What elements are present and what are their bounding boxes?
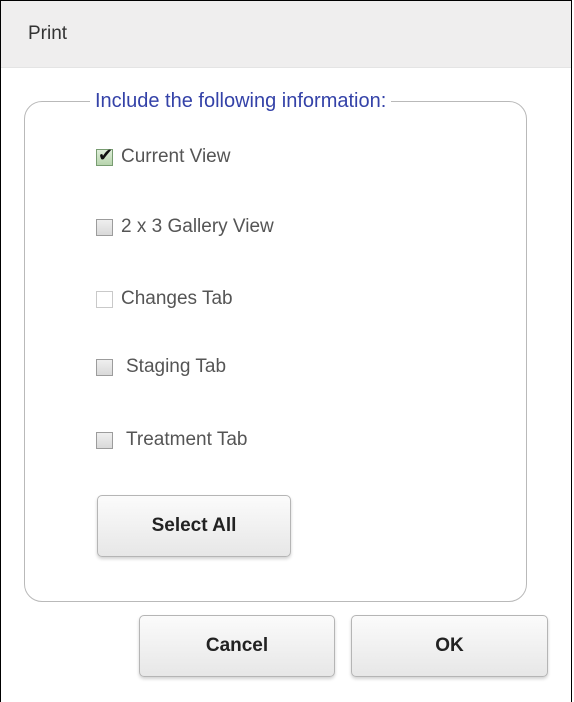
dialog-title: Print (28, 23, 68, 44)
option-staging-tab[interactable]: Staging Tab (96, 352, 226, 382)
staging-tab-checkbox[interactable] (96, 358, 113, 376)
changes-tab-label: Changes Tab (121, 288, 233, 309)
treatment-tab-checkbox[interactable] (96, 431, 113, 449)
option-treatment-tab[interactable]: Treatment Tab (96, 425, 247, 455)
treatment-tab-label: Treatment Tab (126, 429, 248, 450)
current-view-checkbox[interactable]: ✔ (96, 145, 113, 166)
option-gallery-view[interactable]: 2 x 3 Gallery View (96, 212, 274, 242)
option-current-view[interactable]: ✔ Current View (96, 142, 230, 172)
group-legend: Include the following information: (90, 88, 392, 114)
print-dialog: Print Include the following information:… (0, 0, 572, 702)
cancel-button[interactable]: Cancel (139, 615, 335, 677)
ok-button[interactable]: OK (351, 615, 548, 677)
checkmark-icon: ✔ (98, 144, 114, 165)
option-changes-tab[interactable]: Changes Tab (96, 284, 233, 314)
current-view-label: Current View (121, 146, 231, 167)
dialog-titlebar: Print (1, 1, 571, 68)
changes-tab-checkbox[interactable] (96, 290, 113, 308)
gallery-view-checkbox[interactable] (96, 218, 113, 236)
gallery-view-label: 2 x 3 Gallery View (121, 216, 274, 237)
staging-tab-label: Staging Tab (126, 356, 227, 377)
select-all-button[interactable]: Select All (97, 495, 291, 557)
